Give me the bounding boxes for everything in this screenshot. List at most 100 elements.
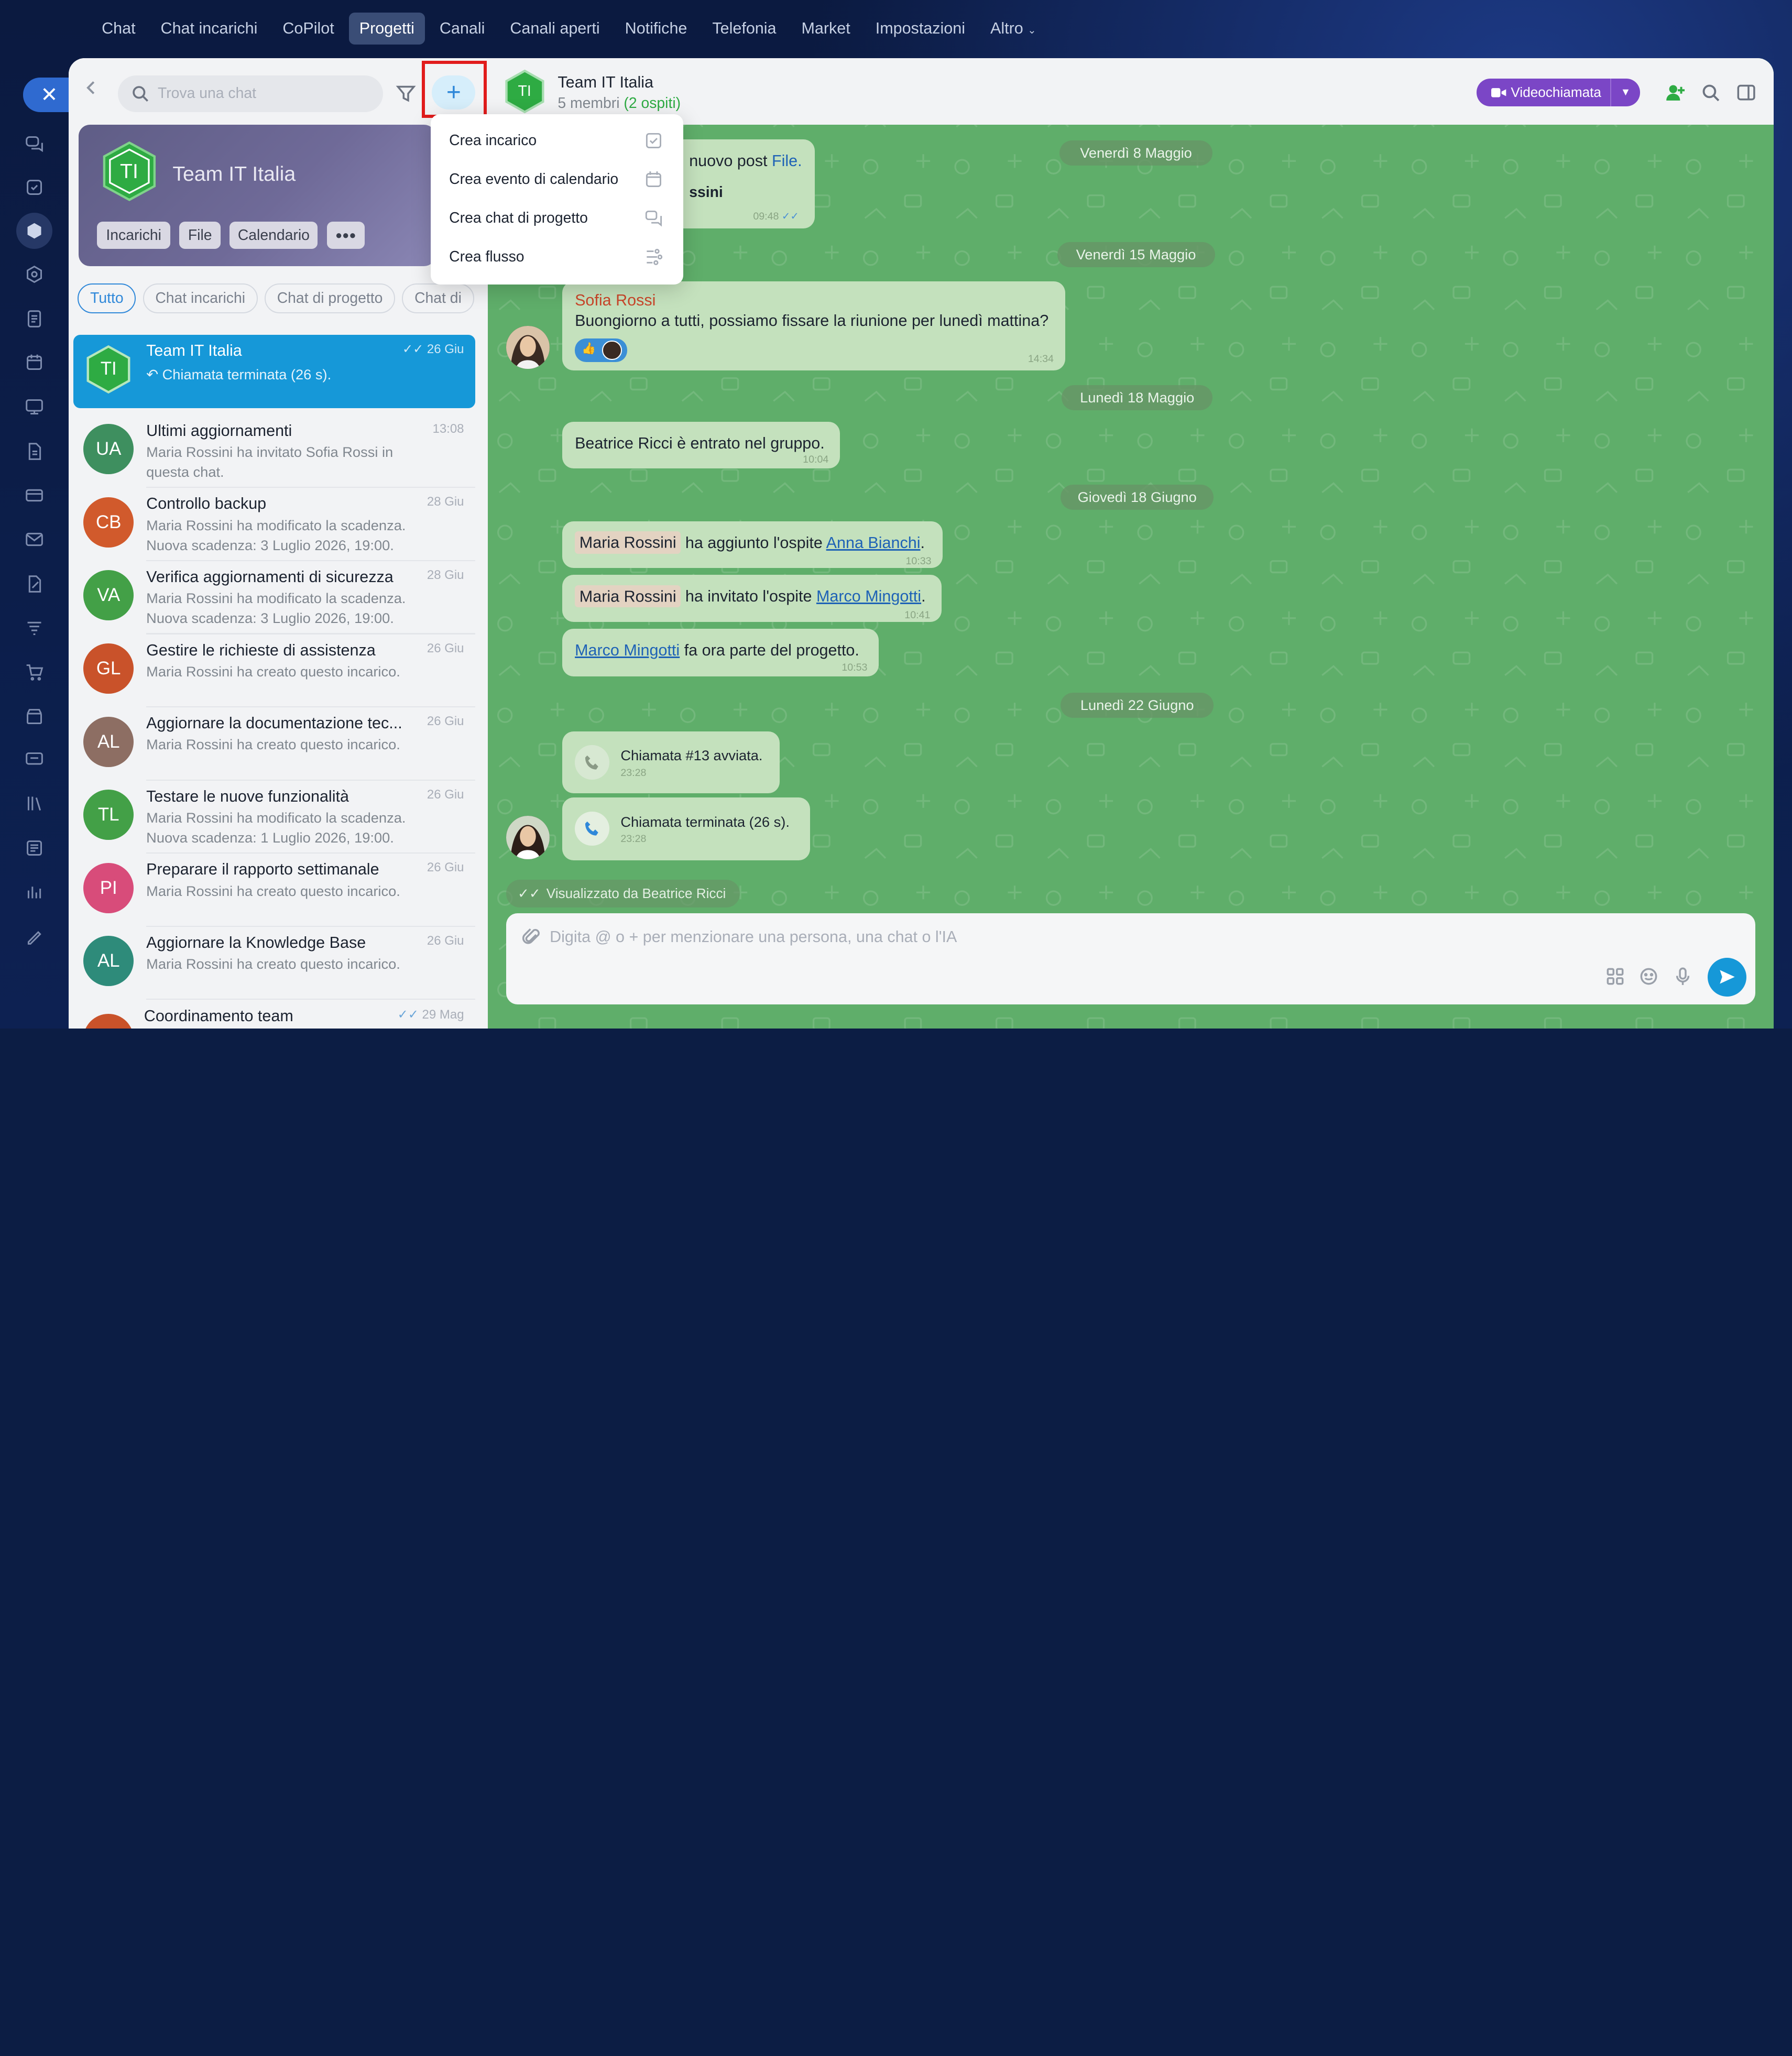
mention[interactable]: Maria Rossini — [575, 531, 681, 554]
tab-tutto[interactable]: Tutto — [78, 283, 136, 313]
chat-preview-line: Maria Rossini ha creato questo incarico. — [146, 663, 400, 680]
close-icon[interactable]: ✕ — [23, 78, 73, 112]
file-link[interactable]: File. — [772, 152, 802, 170]
incarichi-button[interactable]: Incarichi — [97, 222, 170, 249]
list-item[interactable]: AL Aggiornare la documentazione tec... 2… — [73, 707, 476, 781]
menu-item-crea-chat-progetto[interactable]: Crea chat di progetto — [431, 199, 683, 237]
back-arrow-icon[interactable] — [82, 79, 101, 97]
avatar[interactable] — [506, 816, 550, 860]
emoji-icon[interactable] — [1639, 967, 1658, 986]
nav-impostazioni[interactable]: Impostazioni — [865, 13, 976, 45]
search-input[interactable] — [157, 85, 364, 103]
calendar-icon — [646, 171, 662, 187]
board-icon[interactable] — [23, 396, 46, 419]
phone-icon — [575, 745, 609, 780]
cart-icon[interactable] — [23, 661, 46, 684]
chat-avatar[interactable]: TI — [503, 70, 547, 113]
chevron-down-icon: ⌄ — [1028, 25, 1036, 36]
list-item[interactable]: TL Testare le nuove funzionalità 26 Giu … — [73, 781, 476, 854]
card-icon[interactable] — [23, 484, 46, 507]
chats-icon[interactable] — [23, 133, 46, 156]
chat-members[interactable]: 5 membri (2 ospiti) — [558, 95, 681, 112]
list-item[interactable]: TI Team IT Italia ✓✓ 26 Giu ↶ Chiamata t… — [73, 335, 476, 408]
attachment-icon[interactable] — [522, 928, 542, 947]
chat-time-label: 29 Mag — [422, 1007, 464, 1022]
nav-canali[interactable]: Canali — [429, 13, 495, 45]
document-icon[interactable] — [23, 308, 46, 331]
message-bubble[interactable]: nuovo post File. ssini 09:48 ✓✓ — [671, 139, 815, 229]
chat-avatar-initials: TI — [518, 82, 531, 100]
nav-canali-aperti[interactable]: Canali aperti — [500, 13, 610, 45]
apps-grid-icon[interactable] — [1605, 967, 1625, 986]
tab-chat-di[interactable]: Chat di — [402, 283, 474, 313]
tab-chat-incarichi[interactable]: Chat incarichi — [143, 283, 258, 313]
guest-link[interactable]: Anna Bianchi — [826, 534, 921, 552]
projects-icon[interactable] — [16, 212, 53, 249]
nav-market[interactable]: Market — [791, 13, 861, 45]
reaction-badge[interactable]: 👍 — [575, 338, 628, 363]
message-bubble[interactable]: Sofia Rossi Buongiorno a tutti, possiamo… — [562, 281, 1065, 370]
analytics-icon[interactable] — [23, 880, 46, 903]
nav-progetti[interactable]: Progetti — [349, 12, 425, 45]
phone-icon — [575, 811, 609, 846]
nav-chat-incarichi[interactable]: Chat incarichi — [150, 13, 268, 45]
search-box[interactable] — [117, 75, 383, 112]
mail-icon[interactable] — [23, 528, 46, 551]
store-icon[interactable] — [23, 705, 46, 728]
mention[interactable]: Maria Rossini — [575, 585, 681, 608]
list-item[interactable]: AL Aggiornare la Knowledge Base 26 Giu M… — [73, 927, 476, 1000]
chat-name: Verifica aggiornamenti di sicurezza — [146, 568, 394, 586]
list-item[interactable]: UA Ultimi aggiornamenti 13:08 Maria Ross… — [73, 415, 476, 488]
chevron-down-icon[interactable]: ▼ — [1610, 79, 1640, 106]
message-input[interactable] — [550, 924, 1579, 950]
search-icon[interactable] — [1700, 82, 1721, 103]
add-user-icon[interactable] — [1665, 82, 1686, 103]
call-message[interactable]: Chiamata #13 avviata. 23:28 — [562, 731, 780, 793]
gear-icon[interactable] — [23, 263, 46, 286]
filter-icon[interactable] — [396, 83, 416, 104]
chat-time: 26 Giu — [427, 933, 464, 948]
read-receipt: ✓✓ Visualizzato da Beatrice Ricci — [506, 880, 740, 907]
list-icon[interactable] — [23, 837, 46, 860]
list-item[interactable]: GL Gestire le richieste di assistenza 26… — [73, 635, 476, 708]
library-icon[interactable] — [23, 792, 46, 815]
more-icon[interactable]: ●●● — [326, 222, 365, 249]
pen-icon[interactable] — [23, 925, 46, 948]
file-button[interactable]: File — [179, 222, 221, 249]
stack-icon[interactable] — [23, 616, 46, 639]
message-author[interactable]: Sofia Rossi — [575, 291, 655, 310]
tab-chat-di-progetto[interactable]: Chat di progetto — [264, 283, 396, 313]
monitor-icon[interactable] — [23, 749, 46, 772]
chat-title[interactable]: Team IT Italia — [558, 73, 653, 92]
guest-link[interactable]: Marco Mingotti — [816, 587, 921, 605]
nav-chat[interactable]: Chat — [91, 13, 146, 45]
call-message[interactable]: Chiamata terminata (26 s). 23:28 — [562, 797, 811, 861]
nav-telefonia[interactable]: Telefonia — [702, 13, 786, 45]
microphone-icon[interactable] — [1673, 967, 1692, 986]
list-item[interactable]: PI Preparare il rapporto settimanale 26 … — [73, 854, 476, 927]
list-item[interactable]: Coordinamento team ✓✓ 29 Mag — [73, 1000, 476, 1029]
nav-altro[interactable]: Altro ⌄ — [980, 13, 1046, 45]
list-item[interactable]: VA Verifica aggiornamenti di sicurezza 2… — [73, 561, 476, 635]
message-text-part: ha aggiunto l'ospite — [685, 533, 823, 552]
file-icon[interactable] — [23, 440, 46, 463]
calendar-icon[interactable] — [23, 351, 46, 374]
avatar[interactable] — [506, 325, 550, 369]
create-menu: Crea incarico Crea evento di calendario … — [431, 114, 684, 285]
menu-item-crea-evento[interactable]: Crea evento di calendario — [431, 160, 683, 199]
nav-notifiche[interactable]: Notifiche — [615, 13, 697, 45]
menu-item-crea-incarico[interactable]: Crea incarico — [431, 121, 683, 160]
nav-copilot[interactable]: CoPilot — [272, 13, 345, 45]
tasks-icon[interactable] — [23, 176, 46, 199]
message-text: Maria Rossini ha invitato l'ospite Marco… — [575, 585, 926, 608]
sign-icon[interactable] — [23, 573, 46, 596]
video-call-button[interactable]: Videochiamata ▼ — [1476, 79, 1640, 106]
chat-preview: Maria Rossini ha modificato la scadenza.… — [146, 588, 432, 628]
send-button[interactable] — [1707, 957, 1746, 997]
sidebar-toggle-icon[interactable] — [1736, 82, 1756, 103]
list-item[interactable]: CB Controllo backup 28 Giu Maria Rossini… — [73, 488, 476, 561]
user-link[interactable]: Marco Mingotti — [575, 641, 680, 659]
calendario-button[interactable]: Calendario — [230, 222, 318, 249]
system-message: Beatrice Ricci è entrato nel gruppo. 10:… — [562, 421, 840, 469]
menu-item-crea-flusso[interactable]: Crea flusso — [431, 238, 683, 277]
